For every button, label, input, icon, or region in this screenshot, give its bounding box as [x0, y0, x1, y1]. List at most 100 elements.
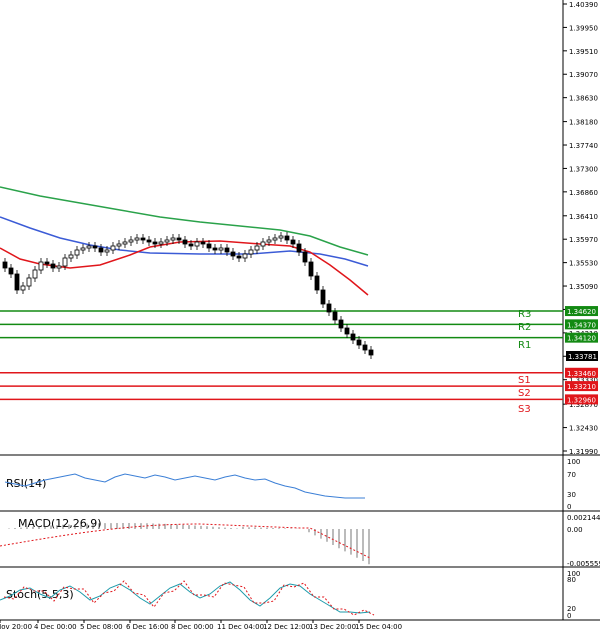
candle-body: [332, 311, 338, 321]
level-label-s1: S1: [518, 375, 531, 386]
level-label-r2: R2: [518, 322, 531, 333]
time-tick-label: 13 Dec 20:00: [309, 623, 356, 631]
time-tick-label: 4 Dec 00:00: [34, 623, 77, 631]
candle-body: [170, 237, 176, 241]
candle-body: [272, 237, 278, 241]
price-tick-label: 1.36860: [569, 189, 598, 197]
candle-body: [308, 261, 314, 277]
candle-body: [32, 269, 38, 279]
price-tick-label: 1.35090: [569, 283, 598, 291]
rsi-tick-30: 30: [567, 491, 576, 499]
ma-slow-line: [0, 186, 369, 256]
candle-body: [254, 245, 260, 251]
candle-body: [182, 239, 188, 245]
candle-body: [116, 243, 122, 247]
macd-title: MACD(12,26,9): [18, 517, 102, 530]
candle-body: [290, 239, 296, 245]
candle-body: [122, 241, 128, 245]
candle-body: [110, 245, 116, 251]
candle-body: [140, 237, 146, 241]
candle-body: [50, 263, 56, 269]
candle-body: [158, 241, 164, 245]
candle-body: [2, 261, 8, 269]
candle-body: [38, 261, 44, 271]
candle-body: [314, 275, 320, 291]
candle-body: [230, 251, 236, 257]
candle-body: [56, 265, 62, 269]
rsi-line: [4, 473, 365, 499]
candle-body: [320, 289, 326, 305]
candle-body: [242, 253, 248, 259]
candle-body: [260, 241, 266, 247]
price-tick-label: 1.37740: [569, 142, 598, 150]
candle-body: [26, 277, 32, 287]
candle-body: [236, 255, 242, 259]
candle-body: [68, 254, 74, 259]
price-tick-label: 1.36410: [569, 213, 598, 221]
stoch-tick-0: 0: [567, 612, 571, 620]
candle-body: [368, 349, 374, 356]
candle-body: [344, 327, 350, 335]
candle-body: [326, 303, 332, 313]
candle-body: [62, 257, 68, 267]
candle-body: [356, 339, 362, 346]
candle-body: [164, 239, 170, 243]
price-tick-label: 1.40390: [569, 1, 598, 9]
support-resistance-levels: R3 1.34620 R2 1.34370 R1 1.34120 S1 1.33460 S2 1.…: [0, 306, 598, 415]
level-value-r3: 1.34620: [567, 308, 596, 316]
price-tick-label: 1.38630: [569, 95, 598, 103]
candle-body: [104, 249, 110, 253]
price-tick-label: 1.31990: [569, 448, 598, 456]
candle-body: [248, 249, 254, 255]
candle-body: [194, 241, 200, 247]
level-value-r1: 1.34120: [567, 335, 596, 343]
price-tick-label: 1.37300: [569, 165, 598, 173]
candle-body: [362, 344, 368, 351]
rsi-tick-0: 0: [567, 503, 571, 511]
candle-body: [284, 235, 290, 241]
candle-body: [128, 239, 134, 243]
candle-body: [200, 241, 206, 245]
candle-body: [152, 241, 158, 245]
candle-body: [134, 237, 140, 241]
stoch-tick-80: 80: [567, 576, 576, 584]
rsi-tick-70: 70: [567, 471, 576, 479]
time-tick-label: 6 Dec 16:00: [126, 623, 169, 631]
candle-body: [20, 285, 26, 291]
candle-body: [218, 247, 224, 251]
trading-chart[interactable]: 1.40390 1.39950 1.39510 1.39070 1.38630 1.381…: [0, 0, 600, 634]
price-tick-label: 1.39070: [569, 71, 598, 79]
rsi-tick-100: 100: [567, 458, 580, 466]
stoch-panel: Stoch(5,5,3) 100 80 20 0: [0, 570, 580, 620]
candle-body: [44, 261, 50, 265]
candle-body: [212, 247, 218, 251]
level-label-r1: R1: [518, 340, 531, 351]
candle-body: [296, 243, 302, 253]
candlesticks: [2, 232, 374, 359]
price-tick-label: 1.39950: [569, 24, 598, 32]
time-tick-label: 8 Dec 00:00: [171, 623, 214, 631]
price-tick-label: 1.32430: [569, 425, 598, 433]
time-tick-label: Nov 20:00: [0, 623, 32, 631]
price-tick-label: 1.35530: [569, 260, 598, 268]
candle-body: [86, 245, 92, 249]
level-value-r2: 1.34370: [567, 321, 596, 329]
level-label-r3: R3: [518, 309, 531, 320]
price-tick-label: 1.35970: [569, 236, 598, 244]
candle-body: [302, 251, 308, 263]
candle-body: [338, 319, 344, 329]
rsi-panel: RSI(14) 100 70 30 0: [4, 458, 580, 511]
candle-body: [74, 249, 80, 256]
candle-body: [350, 333, 356, 341]
candle-body: [80, 247, 86, 251]
macd-panel: MACD(12,26,9) 0.002144 0.00 -0.005559: [0, 514, 600, 568]
level-value-s3: 1.32960: [567, 396, 596, 404]
candle-body: [92, 245, 98, 249]
time-tick-label: 11 Dec 04:00: [217, 623, 264, 631]
level-label-s3: S3: [518, 404, 531, 415]
time-tick-label: 15 Dec 04:00: [355, 623, 402, 631]
candle-body: [146, 239, 152, 243]
candle-body: [8, 267, 14, 275]
candle-body: [278, 235, 284, 239]
candle-body: [266, 239, 272, 243]
